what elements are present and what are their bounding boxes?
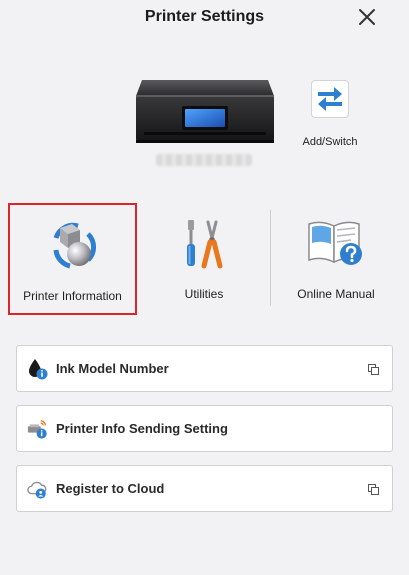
printer-name-blurred [156, 154, 252, 166]
close-button[interactable] [356, 6, 378, 28]
printer-signal-info-icon [27, 420, 47, 439]
printer-information-icon [53, 222, 96, 269]
register-to-cloud-button[interactable]: Register to Cloud [16, 465, 393, 512]
ink-drop-info-icon [29, 359, 48, 380]
close-icon [359, 9, 375, 25]
tile-utilities[interactable]: Utilities [140, 203, 268, 315]
tile-divider [270, 210, 271, 306]
header-bar: Printer Settings [0, 0, 409, 36]
list-item-label: Register to Cloud [56, 481, 165, 496]
list-item-label: Printer Info Sending Setting [56, 421, 228, 436]
tile-label: Utilities [184, 287, 224, 301]
tile-label: Online Manual [297, 287, 375, 301]
add-switch-button[interactable] [311, 80, 349, 118]
printer-image [134, 74, 276, 146]
printer-info-sending-setting-button[interactable]: Printer Info Sending Setting [16, 405, 393, 452]
external-link-icon [368, 364, 379, 375]
list-item-label: Ink Model Number [56, 361, 169, 376]
tools-icon [187, 220, 223, 269]
swap-arrows-icon [318, 87, 342, 111]
cloud-user-icon [27, 481, 47, 499]
tile-label: Printer Information [23, 289, 122, 303]
page-title: Printer Settings [144, 8, 265, 25]
tile-online-manual[interactable]: Online Manual [272, 203, 400, 315]
manual-book-icon [308, 221, 362, 265]
add-switch-label: Add/Switch [302, 136, 358, 148]
tile-printer-information[interactable]: Printer Information [8, 203, 137, 315]
printer-icon [136, 80, 274, 143]
external-link-icon [368, 484, 379, 495]
ink-model-number-button[interactable]: Ink Model Number [16, 345, 393, 392]
